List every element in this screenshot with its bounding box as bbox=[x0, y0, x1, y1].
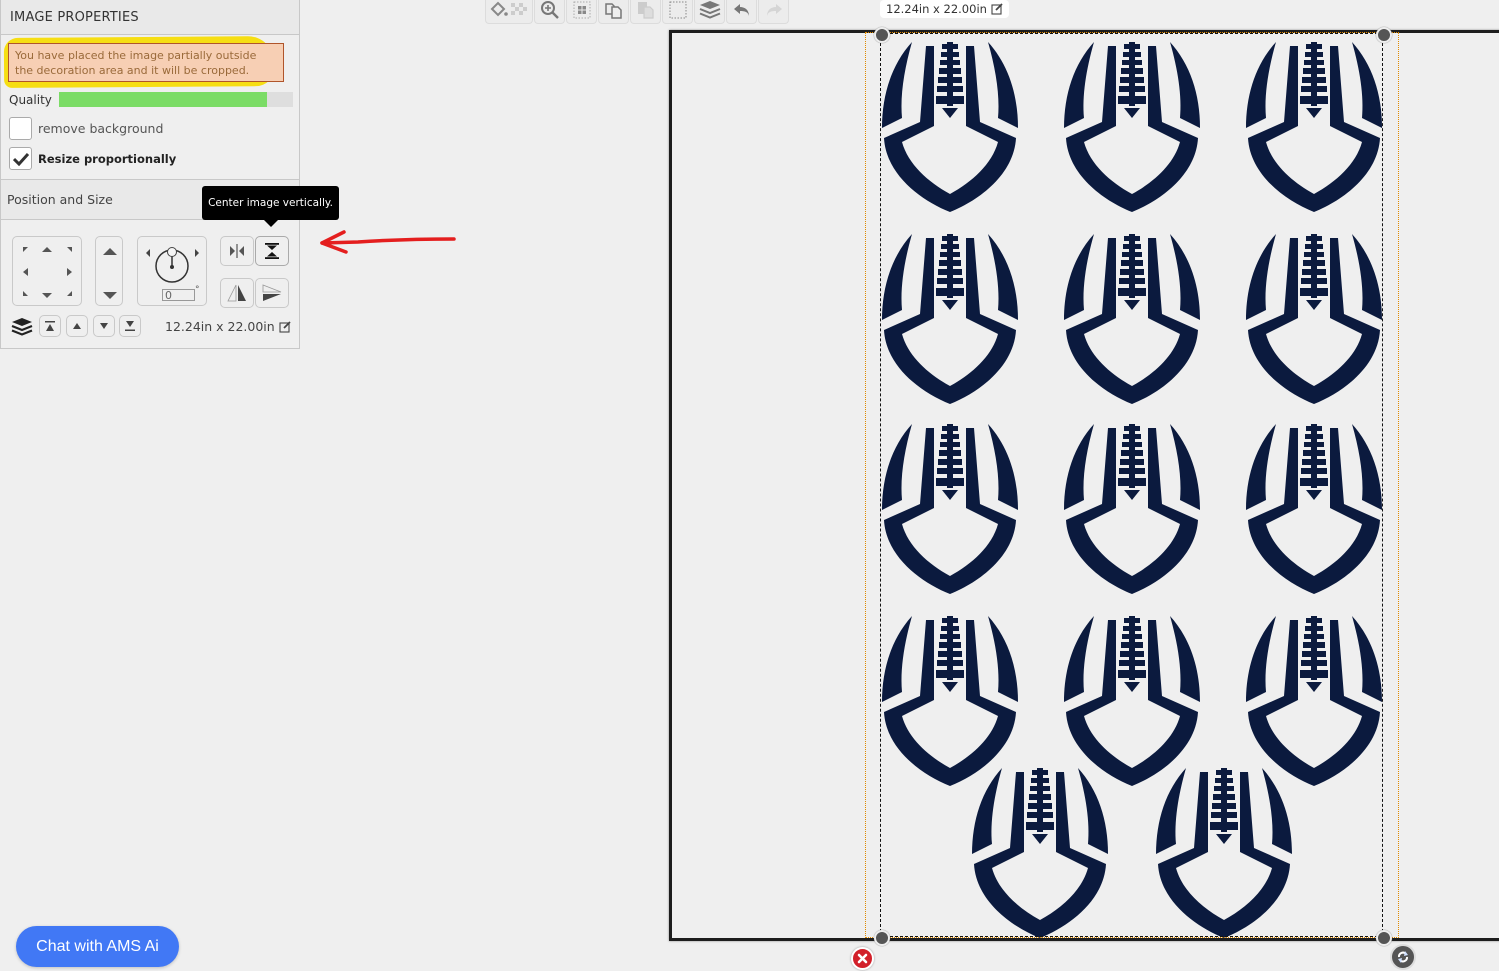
move-down-right bbox=[67, 291, 72, 296]
move-down-left bbox=[23, 291, 28, 296]
send-to-back-icon bbox=[125, 321, 135, 331]
select-area-button[interactable] bbox=[662, 0, 693, 24]
dimensions-label[interactable]: 12.24in x 22.00in bbox=[880, 0, 1009, 18]
resize-handle-top-right[interactable] bbox=[1376, 27, 1392, 43]
redo-icon bbox=[766, 3, 782, 16]
tooltip: Center image vertically. bbox=[202, 186, 339, 227]
flip-vertical-button[interactable] bbox=[255, 278, 289, 308]
layers-icon bbox=[11, 318, 33, 336]
move-pad bbox=[12, 236, 82, 306]
close-icon bbox=[857, 953, 868, 964]
crop-warning: You have placed the image partially outs… bbox=[8, 43, 284, 82]
select-area-icon bbox=[669, 1, 686, 18]
rotation-input[interactable]: 0 bbox=[162, 289, 195, 302]
layers-stack-icon bbox=[699, 0, 720, 19]
bring-to-front-button[interactable] bbox=[39, 315, 61, 337]
center-vertical-icon bbox=[265, 243, 279, 259]
selection-box bbox=[880, 33, 1383, 937]
move-up-left bbox=[23, 247, 28, 252]
flip-vertical-icon bbox=[262, 284, 282, 301]
send-backward-icon bbox=[100, 323, 108, 329]
undo-icon bbox=[733, 3, 749, 16]
layers-button[interactable] bbox=[694, 0, 725, 24]
image-properties-panel: IMAGE PROPERTIES You have placed the ima… bbox=[0, 0, 300, 349]
move-up-right bbox=[67, 247, 72, 252]
send-backward-button[interactable] bbox=[93, 315, 115, 337]
size-readout[interactable]: 12.24in x 22.00in bbox=[165, 319, 291, 334]
redo-button[interactable] bbox=[758, 0, 789, 24]
edit-icon[interactable] bbox=[279, 320, 291, 333]
resize-handle-bottom-left[interactable] bbox=[874, 930, 890, 946]
move-right bbox=[67, 268, 72, 276]
dimensions-text: 12.24in x 22.00in bbox=[886, 2, 987, 16]
flip-horizontal-icon bbox=[227, 284, 246, 302]
undo-button[interactable] bbox=[726, 0, 757, 24]
bring-to-front-icon bbox=[45, 321, 55, 331]
center-vertical-button[interactable] bbox=[255, 236, 289, 266]
scale-up-arrow bbox=[103, 248, 117, 255]
move-down bbox=[42, 293, 52, 298]
crop-warning-text: You have placed the image partially outs… bbox=[15, 49, 257, 77]
fill-transparency-button[interactable] bbox=[485, 0, 533, 24]
resize-proportionally-label: Resize proportionally bbox=[38, 151, 177, 166]
annotation-arrow-icon bbox=[320, 230, 456, 254]
paste-icon bbox=[637, 1, 654, 19]
center-horizontal-icon bbox=[230, 244, 244, 258]
chat-with-ai-button[interactable]: Chat with AMS Ai bbox=[16, 926, 179, 967]
quality-bar-fill bbox=[59, 92, 268, 107]
bring-forward-button[interactable] bbox=[66, 315, 88, 337]
paste-button[interactable] bbox=[630, 0, 661, 24]
resize-proportionally-checkbox[interactable] bbox=[9, 147, 32, 170]
bring-forward-icon bbox=[73, 323, 81, 329]
zoom-in-icon bbox=[540, 0, 559, 19]
copy-icon bbox=[604, 2, 622, 19]
align-grid-button[interactable] bbox=[566, 0, 597, 24]
grid-icon bbox=[573, 1, 590, 18]
rotate-icon bbox=[1398, 951, 1408, 963]
edit-icon[interactable] bbox=[991, 3, 1003, 15]
move-left bbox=[23, 268, 28, 276]
editor-toolbar bbox=[485, 0, 790, 24]
scale-control bbox=[95, 236, 123, 306]
quality-row: Quality bbox=[9, 92, 293, 107]
remove-background-label: remove background bbox=[38, 121, 164, 136]
quality-label: Quality bbox=[9, 92, 52, 107]
checkmark-icon bbox=[12, 152, 29, 166]
zoom-button[interactable] bbox=[534, 0, 565, 24]
size-readout-text: 12.24in x 22.00in bbox=[165, 319, 275, 334]
flip-horizontal-button[interactable] bbox=[220, 278, 254, 308]
center-horizontal-button[interactable] bbox=[220, 236, 254, 266]
scale-arrows-icon bbox=[103, 248, 117, 299]
rotate-button[interactable] bbox=[1390, 944, 1416, 970]
delete-button[interactable] bbox=[851, 947, 874, 970]
move-arrows-icon bbox=[23, 247, 72, 298]
resize-proportionally-row[interactable]: Resize proportionally bbox=[9, 147, 176, 170]
paint-bucket-icon bbox=[490, 1, 527, 16]
duplicate-button[interactable] bbox=[598, 0, 629, 24]
remove-background-row[interactable]: remove background bbox=[9, 117, 163, 140]
move-up bbox=[42, 247, 52, 252]
scale-down-arrow bbox=[103, 292, 117, 299]
panel-title: IMAGE PROPERTIES bbox=[1, 0, 299, 35]
quality-bar bbox=[59, 92, 293, 107]
resize-handle-bottom-right[interactable] bbox=[1376, 930, 1392, 946]
degree-symbol: ° bbox=[195, 285, 200, 295]
remove-background-checkbox[interactable] bbox=[9, 117, 32, 140]
send-to-back-button[interactable] bbox=[119, 315, 141, 337]
resize-handle-top-left[interactable] bbox=[874, 27, 890, 43]
